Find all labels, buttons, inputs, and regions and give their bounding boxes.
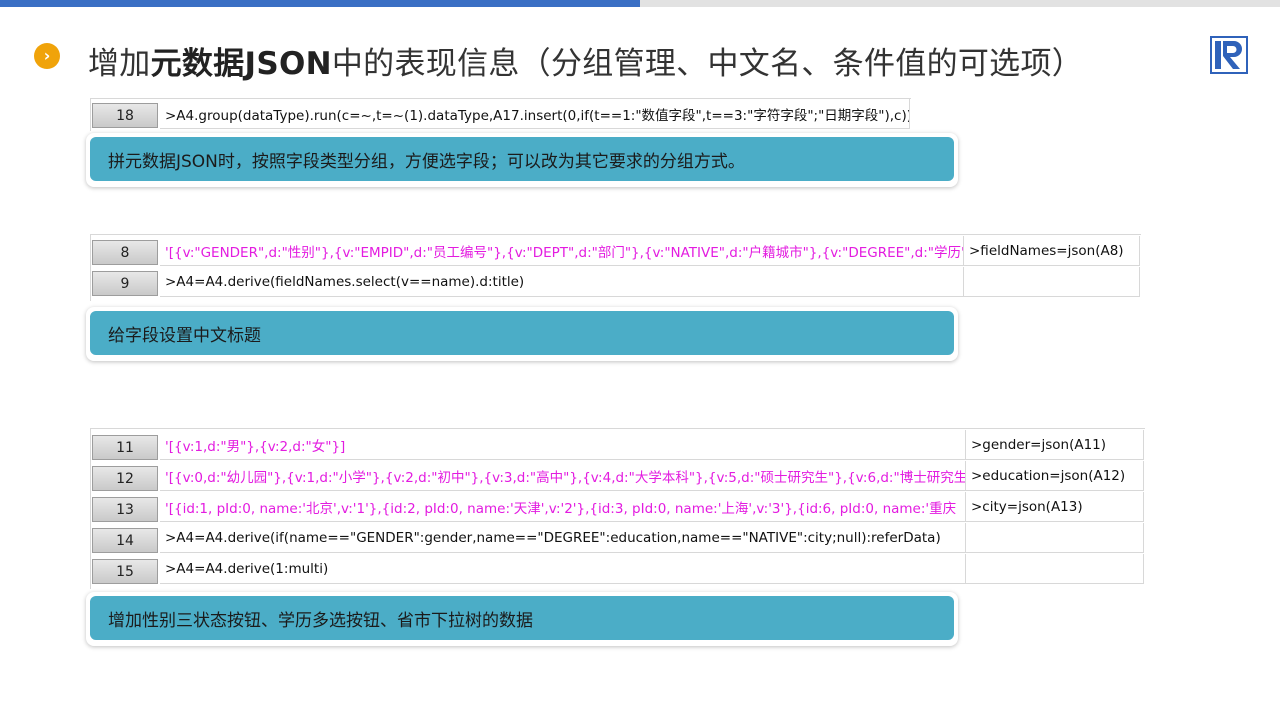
row-number[interactable]: 12 <box>92 466 158 491</box>
top-accent-bar-gray <box>640 0 1280 7</box>
callout-text: 给字段设置中文标题 <box>90 311 954 355</box>
top-accent-bar <box>0 0 640 7</box>
row-number[interactable]: 13 <box>92 497 158 522</box>
note-cell[interactable] <box>966 554 1144 584</box>
code-cell[interactable]: '[{id:1, pId:0, name:'北京',v:'1'},{id:2, … <box>160 492 966 522</box>
page-title-prefix: 增加 <box>88 46 151 82</box>
row-number[interactable]: 11 <box>92 435 158 460</box>
note-cell[interactable] <box>966 523 1144 553</box>
note-cell[interactable] <box>964 267 1140 297</box>
note-cell[interactable]: >fieldNames=json(A8) <box>964 236 1140 266</box>
code-cell[interactable]: '[{v:1,d:"男"},{v:2,d:"女"}] <box>160 430 966 460</box>
note-cell[interactable]: >gender=json(A11) <box>966 430 1144 460</box>
code-cell[interactable]: >A4=A4.derive(fieldNames.select(v==name)… <box>160 267 964 297</box>
page-title-suffix: 中的表现信息（分组管理、中文名、条件值的可选项） <box>331 46 1084 82</box>
row-number[interactable]: 14 <box>92 528 158 553</box>
callout-text: 拼元数据JSON时，按照字段类型分组，方便选字段；可以改为其它要求的分组方式。 <box>90 137 954 181</box>
row-number[interactable]: 15 <box>92 559 158 584</box>
callout-text: 增加性别三状态按钮、学历多选按钮、省市下拉树的数据 <box>90 596 954 640</box>
row-number[interactable]: 8 <box>92 240 158 265</box>
row-number[interactable]: 9 <box>92 271 158 296</box>
row-number[interactable]: 18 <box>92 103 158 128</box>
code-cell[interactable]: >A4=A4.derive(1:multi) <box>160 554 966 584</box>
r-logo-icon <box>1210 36 1248 74</box>
code-cell[interactable]: >A4=A4.derive(if(name=="GENDER":gender,n… <box>160 523 966 553</box>
note-cell[interactable]: >city=json(A13) <box>966 492 1144 522</box>
callout-box: 增加性别三状态按钮、学历多选按钮、省市下拉树的数据 <box>86 592 958 646</box>
page-title: 增加元数据JSON中的表现信息（分组管理、中文名、条件值的可选项） <box>88 38 1083 83</box>
code-cell[interactable]: '[{v:0,d:"幼儿园"},{v:1,d:"小学"},{v:2,d:"初中"… <box>160 461 966 491</box>
note-cell[interactable]: >education=json(A12) <box>966 461 1144 491</box>
callout-box: 给字段设置中文标题 <box>86 307 958 361</box>
code-cell[interactable]: '[{v:"GENDER",d:"性别"},{v:"EMPID",d:"员工编号… <box>160 236 964 266</box>
chevron-right-icon: › <box>34 43 60 69</box>
callout-box: 拼元数据JSON时，按照字段类型分组，方便选字段；可以改为其它要求的分组方式。 <box>86 133 958 187</box>
page-title-bold: 元数据JSON <box>150 46 332 82</box>
code-cell[interactable]: >A4.group(dataType).run(c=~,t=~(1).dataT… <box>160 99 910 129</box>
